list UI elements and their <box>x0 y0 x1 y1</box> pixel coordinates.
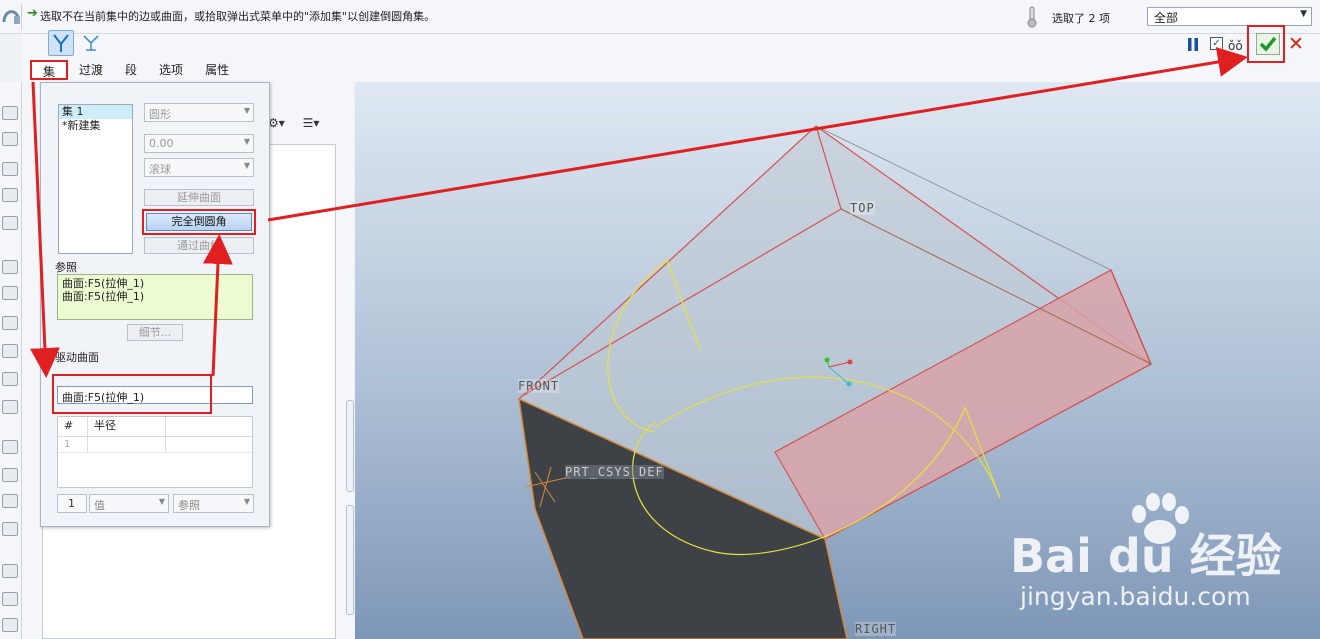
datum-point-icon[interactable] <box>2 162 18 176</box>
method-dropdown[interactable]: 滚球 ▼ <box>144 158 254 177</box>
highlight-box <box>1247 25 1285 63</box>
column-header-number: # <box>58 417 88 436</box>
left-toolbar <box>0 82 22 639</box>
value-mode-dropdown[interactable]: 值 ▼ <box>89 494 169 513</box>
tab-transitions[interactable]: 过渡 <box>68 60 114 80</box>
chevron-down-icon: ▼ <box>1300 9 1307 19</box>
list-item[interactable]: 集 1 <box>59 105 132 119</box>
set-list[interactable]: 集 1 *新建集 <box>58 104 133 254</box>
watermark-url: jingyan.baidu.com <box>1020 582 1251 611</box>
reference-mode: 参照 <box>178 499 200 512</box>
radius-cell <box>88 437 166 452</box>
datum-label-front[interactable]: FRONT <box>518 379 560 393</box>
highlight-box <box>142 209 256 235</box>
value-mode: 值 <box>94 499 105 512</box>
details-button[interactable]: 细节... <box>127 324 183 341</box>
selection-count: 选取了 2 项 <box>1052 12 1110 25</box>
radius-index[interactable]: 1 <box>57 494 87 513</box>
trim-icon[interactable] <box>2 564 18 578</box>
list-item[interactable]: 曲面:F5(拉伸_1) <box>62 290 248 303</box>
shell-icon[interactable] <box>2 316 18 330</box>
tab-options[interactable]: 选项 <box>148 60 194 80</box>
sketch-icon[interactable] <box>2 188 18 202</box>
radius-value-dropdown[interactable]: 0.00 ▼ <box>144 134 254 153</box>
datum-axis-icon[interactable] <box>2 132 18 146</box>
preview-checkbox[interactable]: ✓ <box>1210 37 1223 50</box>
chevron-down-icon: ▼ <box>243 161 250 170</box>
list-item[interactable]: 曲面:F5(拉伸_1) <box>62 277 248 290</box>
round-icon[interactable] <box>2 400 18 414</box>
radius-table[interactable]: # 半径 1 <box>57 416 253 488</box>
tree-filter-icon[interactable]: ☰▾ <box>303 116 320 130</box>
app-menu-icon[interactable] <box>0 4 22 30</box>
table-row[interactable]: 1 <box>58 437 252 453</box>
grid-icon[interactable] <box>2 522 18 536</box>
shape-dropdown-value: 圆形 <box>149 108 171 121</box>
offset-icon[interactable] <box>2 618 18 632</box>
datum-label-top[interactable]: TOP <box>850 201 875 215</box>
datum-plane-icon[interactable] <box>2 106 18 120</box>
driving-surface-label: 驱动曲面 <box>55 351 99 364</box>
reference-mode-dropdown[interactable]: 参照 ▼ <box>173 494 254 513</box>
revolve-icon[interactable] <box>2 260 18 274</box>
round-mode-button[interactable] <box>48 30 74 56</box>
verify-glasses-icon[interactable]: ǒǒ <box>1228 39 1243 53</box>
references-list[interactable]: 曲面:F5(拉伸_1) 曲面:F5(拉伸_1) <box>57 274 253 320</box>
rib-icon[interactable] <box>2 344 18 358</box>
prompt-message: 选取不在当前集中的边或曲面，或拾取弹出式菜单中的"添加集"以创建倒圆角集。 <box>40 10 436 23</box>
column-header-radius: 半径 <box>88 417 166 436</box>
datum-label-csys[interactable]: PRT_CSYS_DEF <box>565 465 664 479</box>
pattern-icon[interactable] <box>2 494 18 508</box>
chevron-down-icon: ▼ <box>243 137 250 146</box>
cancel-button[interactable]: ✕ <box>1288 34 1306 54</box>
tree-tools[interactable]: ⚙▾ ☰▾ <box>268 116 319 130</box>
datum-label-right[interactable]: RIGHT <box>855 622 897 636</box>
through-curve-button[interactable]: 通过曲线 <box>144 237 254 254</box>
references-label: 参照 <box>55 261 77 274</box>
chevron-down-icon: ▼ <box>243 106 250 115</box>
pane-sash[interactable] <box>346 505 354 615</box>
transition-mode-button[interactable] <box>80 30 102 56</box>
selection-filter-value: 全部 <box>1154 11 1179 25</box>
radius-value: 0.00 <box>149 137 174 150</box>
method-dropdown-value: 滚球 <box>149 163 171 176</box>
selection-filter[interactable]: 全部 ▼ <box>1147 7 1312 26</box>
hole-icon[interactable] <box>2 286 18 300</box>
extend-surfaces-button[interactable]: 延伸曲面 <box>144 189 254 206</box>
shape-dropdown[interactable]: 圆形 ▼ <box>144 103 254 122</box>
merge-icon[interactable] <box>2 592 18 606</box>
progress-indicator-icon <box>1027 6 1037 28</box>
green-arrow-icon: ➔ <box>27 6 38 21</box>
list-item[interactable]: *新建集 <box>59 119 132 133</box>
dashboard-tabs: 集 过渡 段 选项 属性 <box>30 60 240 80</box>
extrude-icon[interactable] <box>2 216 18 230</box>
baidu-watermark: Bai du 经验 jingyan.baidu.com <box>1010 490 1310 620</box>
mirror-icon[interactable] <box>2 468 18 482</box>
chevron-down-icon: ▼ <box>158 497 165 506</box>
chevron-down-icon: ▼ <box>243 497 250 506</box>
pane-sash[interactable] <box>346 400 354 492</box>
highlight-box <box>52 374 212 414</box>
tab-properties[interactable]: 属性 <box>194 60 240 80</box>
chamfer-icon[interactable] <box>2 440 18 454</box>
watermark-logo: Bai du 经验 <box>1010 529 1282 583</box>
tab-sets[interactable]: 集 <box>30 60 69 80</box>
draft-icon[interactable] <box>2 372 18 386</box>
tree-settings-icon[interactable]: ⚙▾ <box>268 116 285 130</box>
tab-pieces[interactable]: 段 <box>114 60 148 80</box>
row-number: 1 <box>58 437 88 452</box>
pause-icon[interactable] <box>1186 38 1200 51</box>
